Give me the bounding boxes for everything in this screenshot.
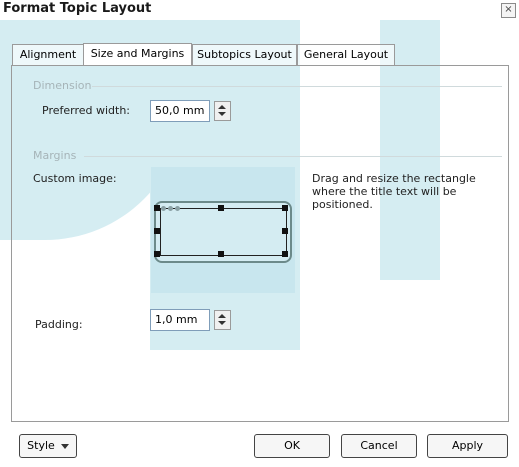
tab-general-layout[interactable]: General Layout (297, 44, 395, 65)
resize-handle-bottom[interactable] (218, 251, 224, 257)
topic-dot-1 (161, 206, 166, 211)
preferred-width-spin-icon[interactable] (214, 101, 231, 121)
ok-button[interactable]: OK (254, 434, 330, 458)
close-icon[interactable]: × (501, 3, 516, 18)
cancel-button[interactable]: Cancel (341, 434, 417, 458)
title-bar: Format Topic Layout × (0, 0, 519, 20)
tab-size-and-margins[interactable]: Size and Margins (83, 43, 192, 66)
padding-spin-icon[interactable] (214, 310, 231, 330)
margins-separator (84, 156, 502, 157)
topic-dot-3 (175, 206, 180, 211)
preferred-width-label: Preferred width: (42, 104, 131, 117)
resize-handle-bottom-left[interactable] (154, 251, 160, 257)
style-dropdown-button[interactable]: Style (19, 434, 77, 458)
resize-handle-top[interactable] (218, 205, 224, 211)
format-topic-layout-dialog: Format Topic Layout × Alignment Size and… (0, 0, 519, 467)
resize-handle-top-left[interactable] (154, 205, 160, 211)
resize-handle-bottom-right[interactable] (282, 251, 288, 257)
style-button-label: Style (27, 439, 55, 452)
padding-value: 1,0 mm (155, 313, 198, 326)
tab-alignment[interactable]: Alignment (12, 44, 84, 65)
resize-handle-top-right[interactable] (282, 205, 288, 211)
resize-handle-left[interactable] (154, 228, 160, 234)
preferred-width-value: 50,0 mm (155, 104, 205, 117)
topic-dot-2 (168, 206, 173, 211)
resize-handle-right[interactable] (282, 228, 288, 234)
chevron-down-icon (60, 443, 69, 449)
padding-field[interactable]: 1,0 mm (150, 309, 210, 331)
dimension-group-label: Dimension (33, 79, 92, 92)
padding-label: Padding: (35, 318, 83, 331)
preferred-width-field[interactable]: 50,0 mm (150, 100, 210, 122)
tab-subtopics-layout[interactable]: Subtopics Layout (192, 44, 297, 65)
custom-image-help-text: Drag and resize the rectangle where the … (312, 172, 476, 211)
window-title: Format Topic Layout (3, 1, 152, 16)
margins-group-label: Margins (33, 149, 77, 162)
title-text-rectangle[interactable] (160, 208, 287, 256)
dimension-separator (92, 86, 502, 87)
apply-button[interactable]: Apply (427, 434, 508, 458)
custom-image-label: Custom image: (33, 172, 117, 185)
